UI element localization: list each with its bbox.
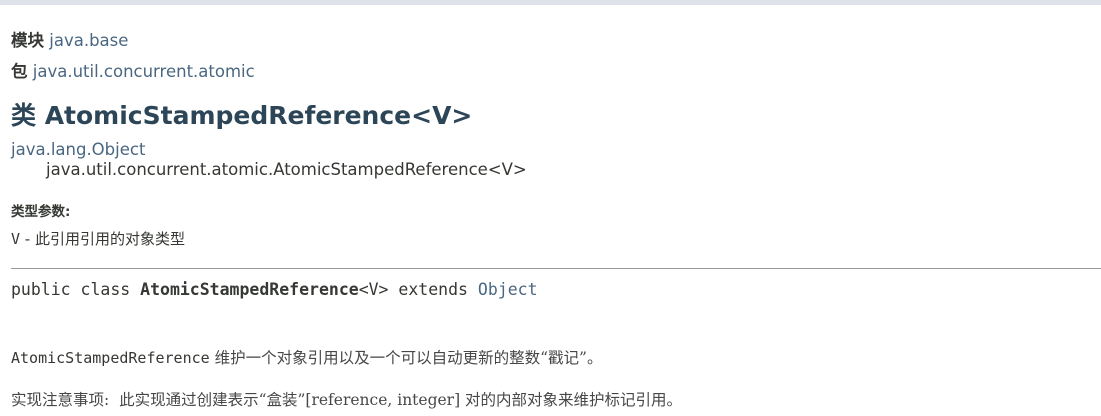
signature-class-name: AtomicStampedReference [140,280,359,299]
signature-modifiers: public class [11,280,141,299]
description-code: AtomicStampedReference [11,349,210,367]
package-link[interactable]: java.util.concurrent.atomic [33,62,255,81]
module-label: 模块 [11,31,44,50]
superclass-link[interactable]: Object [478,280,538,299]
class-description: AtomicStampedReference 维护一个对象引用以及一个可以自动更… [11,346,602,368]
object-class-link[interactable]: java.lang.Object [11,140,145,159]
module-line: 模块 java.base [11,27,128,51]
page-title: 类 AtomicStampedReference<V> [11,101,473,130]
type-param-description: - 此引用引用的对象类型 [20,230,185,248]
section-divider [11,268,1101,269]
package-label: 包 [11,62,28,81]
package-line: 包 java.util.concurrent.atomic [11,58,255,82]
module-link[interactable]: java.base [49,31,128,50]
signature-type-param: <V> [358,280,389,299]
type-param-name: V [11,230,21,248]
inheritance-child: java.util.concurrent.atomic.AtomicStampe… [46,160,527,179]
description-text: 维护一个对象引用以及一个可以自动更新的整数“戳记”。 [209,349,603,367]
implementation-note: 实现注意事项: 此实现通过创建表示“盒装”[reference, integer… [11,391,683,409]
class-signature: public class AtomicStampedReference<V> e… [11,280,538,299]
signature-extends: extends [388,280,478,299]
top-nav-bar [0,0,1101,5]
type-param-row: V - 此引用引用的对象类型 [11,228,185,249]
type-params-heading: 类型参数: [11,204,71,220]
inheritance-root: java.lang.Object [11,140,145,159]
